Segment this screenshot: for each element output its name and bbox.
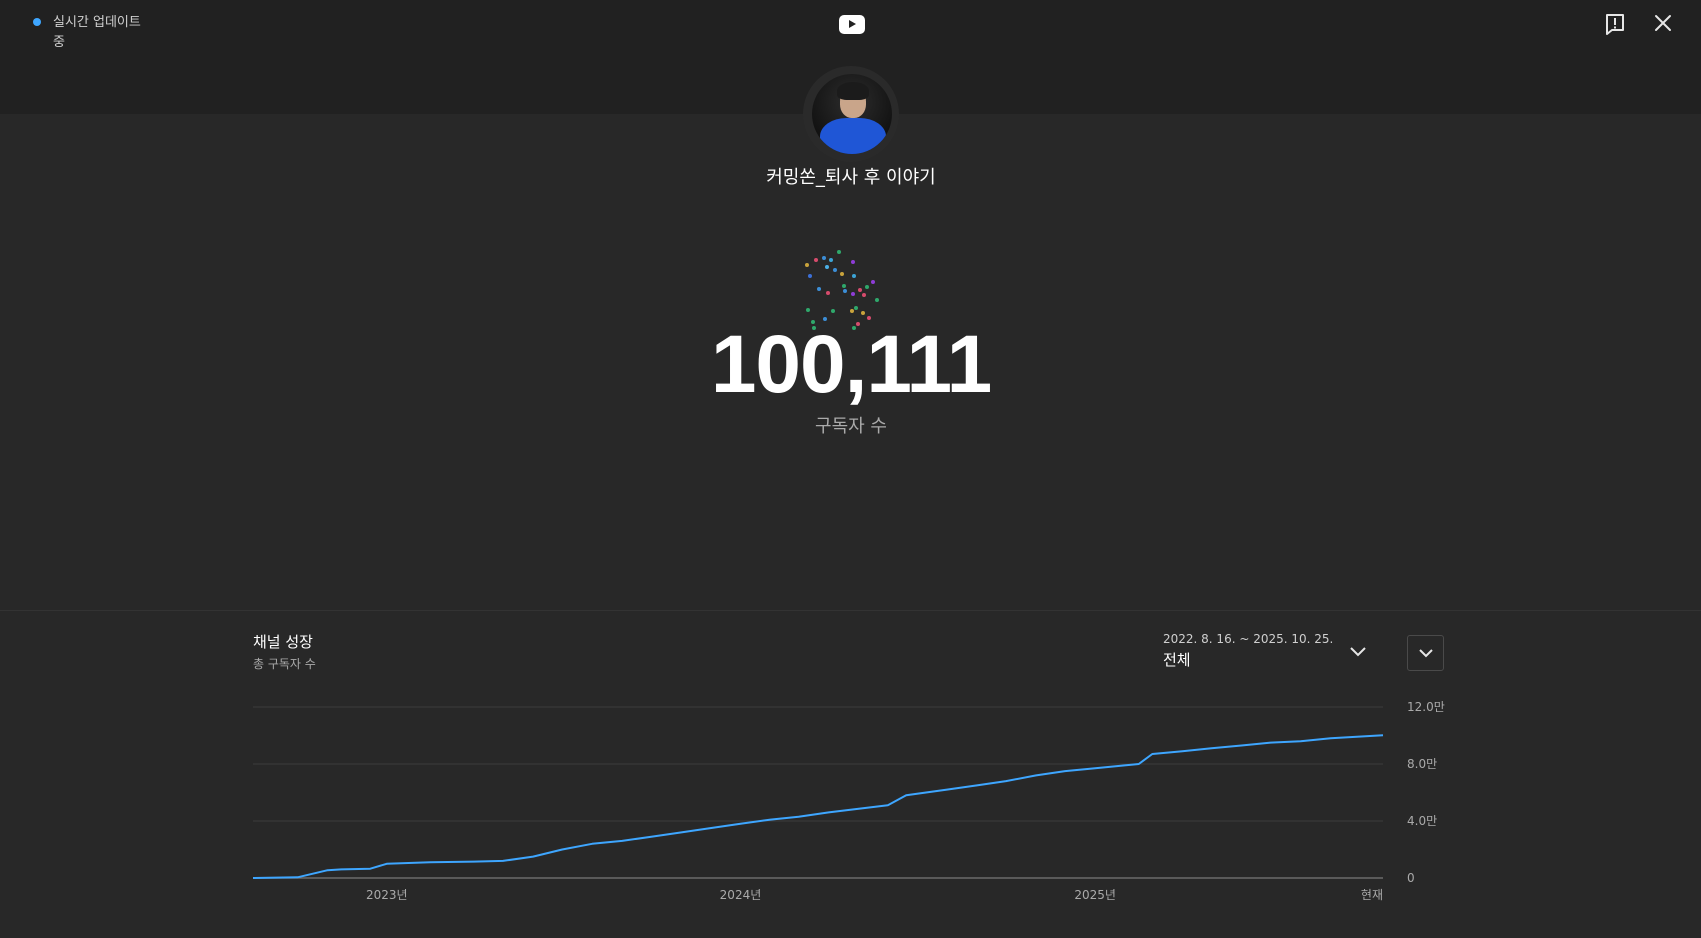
y-tick-label: 8.0만 [1407,757,1437,771]
channel-name: 커밍쏜_퇴사 후 이야기 [766,167,936,188]
confetti-dot [805,263,809,267]
x-tick-label: 현재 [1361,888,1383,902]
confetti-dot [826,291,830,295]
confetti-dot [871,280,875,284]
y-tick-label: 4.0만 [1407,814,1437,828]
subscriber-count: 100,111 [710,319,992,410]
confetti-dot [817,287,821,291]
confetti-dot [829,258,833,262]
x-tick-label: 2024년 [720,888,762,902]
live-indicator-dot [33,18,41,26]
growth-title: 채널 성장 [253,633,313,651]
confetti-dot [814,258,818,262]
chevron-down-icon [1419,649,1433,658]
confetti-dot [831,309,835,313]
date-range-label: 전체 [1163,651,1191,669]
confetti-dot [833,268,837,272]
confetti-dot [852,274,856,278]
feedback-icon[interactable] [1604,12,1626,36]
confetti-dot [861,311,865,315]
youtube-logo-icon [839,15,865,34]
confetti-dot [854,306,858,310]
subscriber-growth-chart: 0 4.0만 8.0만 12.0만 2023년 2024년 2025년 현재 [252,700,1445,902]
confetti-dot [875,298,879,302]
live-status-text: 실시간 업데이트 중 [53,15,141,50]
confetti-dot [806,308,810,312]
confetti-dot [850,309,854,313]
growth-subtitle: 총 구독자 수 [253,657,316,671]
channel-avatar [812,74,892,154]
confetti-dot [851,260,855,264]
confetti-dot [837,250,841,254]
x-tick-label: 2025년 [1074,888,1116,902]
confetti-dot [865,285,869,289]
close-icon[interactable] [1651,11,1675,35]
confetti-dot [822,256,826,260]
subscriber-count-page: 실시간 업데이트 중 커밍쏜_퇴사 후 이야기 100,111 구독자 수 채널… [0,0,1701,938]
confetti-dot [851,292,855,296]
y-tick-label: 0 [1407,871,1415,885]
series-line [252,734,1384,879]
subscriber-label: 구독자 수 [815,416,887,437]
section-divider [0,610,1701,611]
confetti-dot [842,284,846,288]
confetti-dot [843,289,847,293]
expand-button[interactable] [1407,635,1444,671]
x-tick-label: 2023년 [366,888,408,902]
confetti-dot [825,265,829,269]
date-range-text: 2022. 8. 16. ~ 2025. 10. 25. [1163,632,1334,646]
confetti-dot [840,272,844,276]
confetti-dot [808,274,812,278]
confetti-dot [862,293,866,297]
y-tick-label: 12.0만 [1407,700,1445,714]
date-range-selector[interactable]: 2022. 8. 16. ~ 2025. 10. 25. 전체 [1163,631,1373,670]
confetti-dot [858,288,862,292]
chevron-down-icon[interactable] [1348,644,1368,660]
